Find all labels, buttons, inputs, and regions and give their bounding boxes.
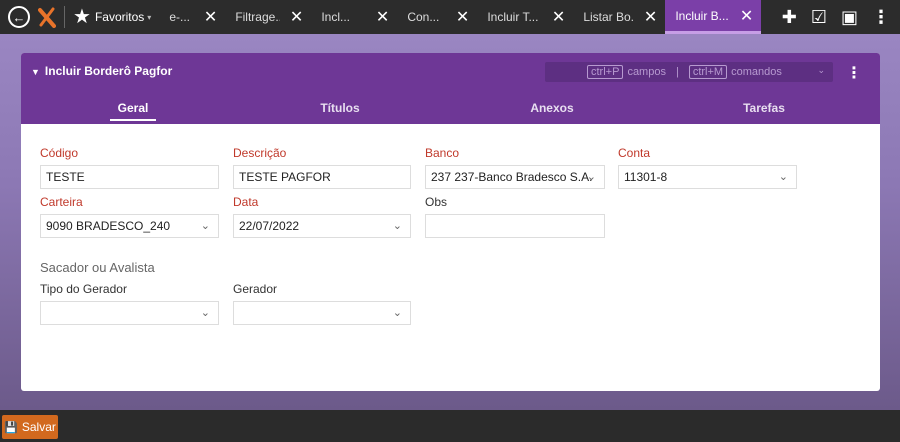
chevron-down-icon: ⌄ [200,220,210,232]
back-icon[interactable]: ← [8,6,30,28]
chevron-down-icon: ⌄ [392,307,402,319]
field-label: Banco [425,146,460,160]
tipo-gerador-select[interactable]: ⌄ [40,301,219,325]
divider [64,6,65,28]
chevron-down-icon[interactable]: ⌄ [817,65,825,76]
top-tab-bar: ← ★ Favoritos ▾ e-... ✕ Filtrage... ✕ In… [0,0,900,34]
star-icon: ★ [73,6,91,28]
panel-title-text: Incluir Borderô Pagfor [44,64,173,78]
obs-input[interactable] [425,214,605,238]
tab-label: Incluir B... [675,8,729,23]
tab-2[interactable]: Incl... ✕ [311,0,397,34]
conta-value: 11301-8 [624,170,668,184]
kebab-menu-icon[interactable]: ⋮ [846,63,862,83]
data-select[interactable]: 22/07/2022 ⌄ [233,214,411,238]
tab-tarefas[interactable]: Tarefas [736,101,792,115]
banco-field: Banco 237 237-Banco Bradesco S.A. ⌄ [425,146,605,189]
codigo-input[interactable]: TESTE [40,165,219,189]
field-label: Obs [425,195,448,209]
shortcut-key: ctrl+M [688,65,728,79]
tab-titulos[interactable]: Títulos [313,101,367,115]
close-icon[interactable]: ✕ [204,7,217,27]
close-icon[interactable]: ✕ [740,6,753,26]
shortcut-key: ctrl+P [587,65,624,79]
obs-field: Obs [425,195,605,238]
tipo-gerador-field: Tipo do Gerador ⌄ [40,282,219,325]
gerador-select[interactable]: ⌄ [233,301,411,325]
chat-icon[interactable]: ▣ [841,7,858,28]
shortcut-label: campos [627,66,666,78]
close-icon[interactable]: ✕ [552,7,565,27]
chevron-down-icon: ⌄ [778,171,788,183]
field-label: Código [40,146,79,160]
save-icon: 💾 [4,421,18,434]
chevron-down-icon: ⌄ [586,171,596,183]
codigo-field: Código TESTE [40,146,219,189]
banco-value: 237 237-Banco Bradesco S.A. [431,170,593,184]
footer-bar: 💾 Salvar [0,410,900,442]
tab-label: Incl... [321,10,350,24]
close-icon[interactable]: ✕ [644,7,657,27]
tab-label: Con... [407,10,440,24]
section-title: Sacador ou Avalista [40,260,155,275]
tab-0[interactable]: e-... ✕ [159,0,225,34]
save-label: Salvar [21,420,56,434]
tab-4[interactable]: Incluir T... ✕ [477,0,573,34]
gerador-field: Gerador ⌄ [233,282,411,325]
save-button[interactable]: 💾 Salvar [2,415,58,439]
conta-select[interactable]: 11301-8 ⌄ [618,165,797,189]
tab-strip: e-... ✕ Filtrage... ✕ Incl... ✕ Con... ✕… [159,0,762,34]
carteira-field: Carteira 9090 BRADESCO_240 ⌄ [40,195,219,238]
carteira-select[interactable]: 9090 BRADESCO_240 ⌄ [40,214,219,238]
form-panel: ▼ Incluir Borderô Pagfor ctrl+P campos | … [21,53,880,391]
collapse-caret-icon[interactable]: ▼ [31,67,40,77]
top-actions: ✚ ☑ ▣ ⋮ [782,0,900,34]
panel-header: ▼ Incluir Borderô Pagfor ctrl+P campos | … [21,53,880,124]
shortcut-label: comandos [731,66,782,78]
panel-title[interactable]: ▼ Incluir Borderô Pagfor [31,64,172,78]
tab-geral[interactable]: Geral [110,101,156,121]
tab-3[interactable]: Con... ✕ [397,0,477,34]
shortcut-search[interactable]: ctrl+P campos | ctrl+M comandos ⌄ [545,62,833,82]
close-icon[interactable]: ✕ [290,7,303,27]
plus-icon[interactable]: ✚ [782,7,797,28]
data-value: 22/07/2022 [239,219,300,233]
tab-6-active[interactable]: Incluir B... ✕ [665,0,762,34]
banco-select[interactable]: 237 237-Banco Bradesco S.A. ⌄ [425,165,605,189]
field-label: Conta [618,146,651,160]
descricao-input[interactable]: TESTE PAGFOR [233,165,411,189]
chevron-down-icon: ⌄ [392,220,402,232]
tab-label: e-... [169,10,190,24]
app-logo [38,6,56,28]
close-icon[interactable]: ✕ [376,7,389,27]
close-icon[interactable]: ✕ [456,7,469,27]
tab-label: Incluir T... [487,10,539,24]
tab-5[interactable]: Listar Bo... ✕ [573,0,665,34]
field-label: Descrição [233,146,287,160]
field-label: Carteira [40,195,83,209]
field-label: Data [233,195,259,209]
tab-label: Filtrage... [235,10,280,24]
conta-field: Conta 11301-8 ⌄ [618,146,797,189]
chevron-down-icon: ▾ [147,12,152,22]
subtab-bar: Geral Títulos Anexos Tarefas [21,101,880,124]
clipboard-check-icon[interactable]: ☑ [811,7,827,28]
favorites-menu[interactable]: ★ Favoritos ▾ [73,7,151,27]
kebab-menu-icon[interactable]: ⋮ [872,7,890,28]
tab-label: Listar Bo... [583,10,634,24]
tab-anexos[interactable]: Anexos [526,101,578,115]
carteira-value: 9090 BRADESCO_240 [46,219,171,233]
field-label: Gerador [233,282,278,296]
tab-1[interactable]: Filtrage... ✕ [225,0,311,34]
descricao-field: Descrição TESTE PAGFOR [233,146,411,189]
field-label: Tipo do Gerador [40,282,127,296]
divider: | [675,66,679,78]
data-field: Data 22/07/2022 ⌄ [233,195,411,238]
chevron-down-icon: ⌄ [200,307,210,319]
favorites-label: Favoritos [94,10,145,24]
